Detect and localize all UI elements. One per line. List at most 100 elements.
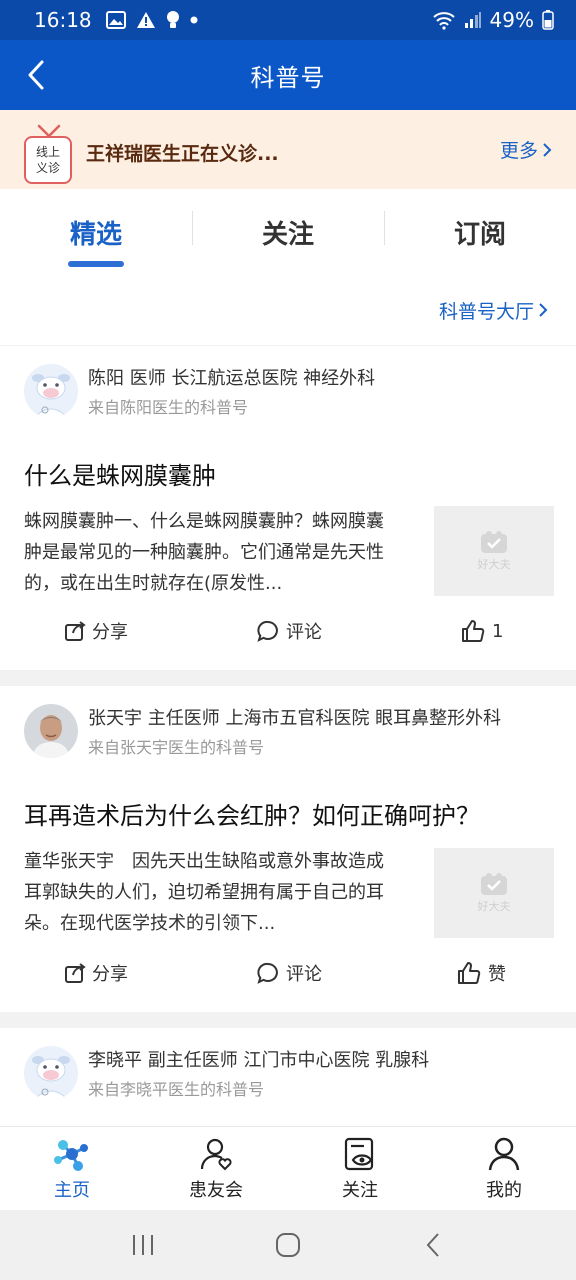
tab-divider <box>192 211 193 245</box>
thumb-logo-text: 好大夫 <box>477 900 511 913</box>
article-actions: 分享 评论 赞 <box>0 960 576 996</box>
status-time: 16:18 <box>34 8 92 32</box>
share-label: 分享 <box>92 964 128 985</box>
share-icon <box>65 963 86 983</box>
article-excerpt[interactable]: 童华张天宇 因先天出生缺陷或意外事故造成耳郭缺失的人们，迫切希望拥有属于自己的耳… <box>24 846 384 939</box>
bottom-tab-label: 主页 <box>54 1179 90 1201</box>
author-source: 来自李晓平医生的科普号 <box>88 1080 265 1099</box>
hall-label: 科普号大厅 <box>438 300 534 323</box>
tab-label: 订阅 <box>453 219 506 250</box>
banner-message: 王祥瑞医生正在义诊... <box>86 143 279 165</box>
battery-icon <box>542 10 554 30</box>
avatar[interactable] <box>24 364 78 418</box>
hall-link-row: 科普号大厅 <box>0 275 576 345</box>
bottom-tab-label: 我的 <box>486 1179 522 1201</box>
recent-apps-icon <box>132 1235 153 1255</box>
home-circle-icon <box>275 1233 300 1257</box>
bottom-tab-label: 患友会 <box>189 1179 243 1201</box>
article-card[interactable]: 张天宇 主任医师 上海市五官科医院 眼耳鼻整形外科 来自张天宇医生的科普号 耳再… <box>0 686 576 1012</box>
bottom-tab-label: 关注 <box>342 1179 378 1201</box>
like-label: 赞 <box>488 964 506 985</box>
author-info: 李晓平 副主任医师 江门市中心医院 乳腺科 来自李晓平医生的科普号 <box>88 1046 429 1104</box>
article-thumbnail[interactable]: 好大夫 <box>434 848 554 938</box>
online-consult-tv-icon: 线上义诊 <box>24 124 72 184</box>
thumbs-up-icon <box>458 962 481 984</box>
article-title[interactable]: 耳再造术后为什么会红肿？如何正确呵护？ <box>24 796 480 831</box>
share-icon <box>65 621 86 641</box>
comment-icon <box>257 620 278 642</box>
battery-percent: 49% <box>489 8 534 32</box>
back-arrow-icon <box>28 60 44 90</box>
author-info: 张天宇 主任医师 上海市五官科医院 眼耳鼻整形外科 来自张天宇医生的科普号 <box>88 704 501 762</box>
article-card[interactable]: 陈阳 医师 长江航运总医院 神经外科 来自陈阳医生的科普号 什么是蛛网膜囊肿 蛛… <box>0 346 576 670</box>
author-info: 陈阳 医师 长江航运总医院 神经外科 来自陈阳医生的科普号 <box>88 364 375 422</box>
comment-label: 评论 <box>286 964 322 985</box>
doctor-photo-avatar <box>24 704 78 758</box>
online-consult-badge: 线上义诊 <box>24 135 72 184</box>
article-excerpt[interactable]: 蛛网膜囊肿一、什么是蛛网膜囊肿？蛛网膜囊肿是最常见的一种脑囊肿。它们通常是先天性… <box>24 506 384 599</box>
share-label: 分享 <box>92 622 128 643</box>
free-consult-banner[interactable]: 线上义诊 王祥瑞医生正在义诊... 更多 <box>0 110 576 189</box>
bottom-tab-profile[interactable]: 我的 <box>432 1127 576 1210</box>
default-cow-avatar-icon <box>24 1046 78 1100</box>
active-tab-indicator <box>68 261 124 267</box>
back-button[interactable] <box>14 53 58 97</box>
placeholder-logo-icon <box>481 873 507 895</box>
article-actions: 分享 评论 1 <box>0 618 576 654</box>
content-tabs: 精选 关注 订阅 <box>0 189 576 275</box>
home-button[interactable] <box>258 1220 318 1270</box>
like-button[interactable]: 1 <box>460 618 503 644</box>
thumb-logo-text: 好大夫 <box>477 558 511 571</box>
bottom-tab-patient-group[interactable]: 患友会 <box>144 1127 288 1210</box>
tab-label: 精选 <box>69 219 122 250</box>
status-notification-icons <box>105 10 198 30</box>
author-name-title: 李晓平 副主任医师 江门市中心医院 乳腺科 <box>88 1050 430 1071</box>
more-label: 更多 <box>499 140 538 162</box>
gallery-icon <box>105 11 126 29</box>
thumbs-up-icon <box>462 620 485 642</box>
bottom-tab-follow[interactable]: 关注 <box>288 1127 432 1210</box>
dot-icon <box>190 16 198 24</box>
article-thumbnail[interactable]: 好大夫 <box>434 506 554 596</box>
like-button[interactable]: 赞 <box>456 960 506 986</box>
warning-icon <box>136 12 155 28</box>
page-title: 科普号 <box>250 63 326 92</box>
system-back-button[interactable] <box>403 1220 463 1270</box>
tab-following[interactable]: 关注 <box>192 189 384 275</box>
wifi-icon <box>432 12 455 30</box>
science-hall-link[interactable]: 科普号大厅 <box>439 297 548 324</box>
profile-icon <box>488 1137 520 1170</box>
status-right: 49% <box>432 8 554 32</box>
share-button[interactable]: 分享 <box>64 618 128 644</box>
author-name-title: 陈阳 医师 长江航运总医院 神经外科 <box>88 368 376 389</box>
chevron-right-icon <box>539 303 548 317</box>
article-title[interactable]: 什么是蛛网膜囊肿 <box>24 456 216 491</box>
banner-more-link[interactable]: 更多 <box>500 136 552 163</box>
comment-icon <box>257 962 278 984</box>
system-nav-bar <box>0 1210 576 1280</box>
bulb-icon <box>166 11 179 28</box>
recent-apps-button[interactable] <box>113 1220 173 1270</box>
default-cow-avatar-icon <box>24 364 78 418</box>
patient-group-icon <box>200 1138 232 1170</box>
avatar[interactable] <box>24 704 78 758</box>
author-row[interactable]: 张天宇 主任医师 上海市五官科医院 眼耳鼻整形外科 来自张天宇医生的科普号 <box>24 704 501 762</box>
author-row[interactable]: 李晓平 副主任医师 江门市中心医院 乳腺科 来自李晓平医生的科普号 <box>24 1046 429 1104</box>
author-row[interactable]: 陈阳 医师 长江航运总医院 神经外科 来自陈阳医生的科普号 <box>24 364 375 422</box>
article-card[interactable]: 李晓平 副主任医师 江门市中心医院 乳腺科 来自李晓平医生的科普号 <box>0 1028 576 1126</box>
home-molecule-icon <box>54 1139 88 1171</box>
avatar[interactable] <box>24 1046 78 1100</box>
comment-button[interactable]: 评论 <box>256 960 322 986</box>
top-nav-bar: 科普号 <box>0 40 576 110</box>
signal-icon <box>464 12 481 28</box>
tab-subscribed[interactable]: 订阅 <box>384 189 576 275</box>
status-bar: 16:18 49% <box>0 0 576 40</box>
bottom-tab-home[interactable]: 主页 <box>0 1127 144 1210</box>
tab-label: 关注 <box>261 219 314 250</box>
comment-button[interactable]: 评论 <box>256 618 322 644</box>
badge-text: 线上义诊 <box>35 144 60 175</box>
share-button[interactable]: 分享 <box>64 960 128 986</box>
tab-featured[interactable]: 精选 <box>0 189 192 275</box>
author-source: 来自陈阳医生的科普号 <box>88 398 249 417</box>
chevron-right-icon <box>543 142 552 157</box>
